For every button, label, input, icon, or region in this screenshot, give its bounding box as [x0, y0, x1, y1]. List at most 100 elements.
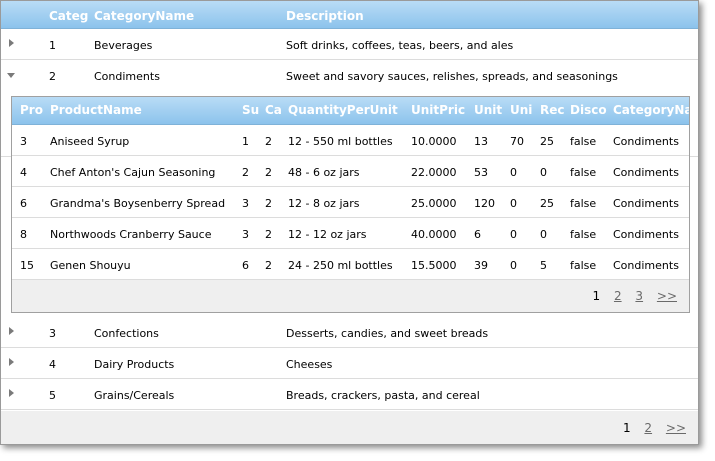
grid-pager: 1 2 >> [613, 421, 686, 435]
cell: 12 - 12 oz jars [288, 228, 367, 241]
cell: 13 [474, 135, 488, 148]
detail-page-current: 1 [592, 289, 601, 303]
cell: 2 [265, 197, 272, 210]
cell: 53 [474, 166, 488, 179]
col-header-product-id[interactable]: Pro [20, 103, 46, 117]
cell: Condiments [613, 228, 679, 241]
product-row[interactable]: 4 Chef Anton's Cajun Seasoning 2 2 48 - … [12, 156, 689, 187]
detail-page-link[interactable]: 2 [614, 289, 622, 303]
cell: 3 [20, 135, 27, 148]
cell: Condiments [613, 135, 679, 148]
cell: 25 [540, 197, 554, 210]
cell: 15 [20, 259, 34, 272]
expand-arrow-icon[interactable] [9, 358, 14, 366]
col-header-product-name[interactable]: ProductName [50, 103, 200, 117]
cell: Genen Shouyu [50, 259, 131, 272]
detail-pager: 1 2 3 >> [582, 289, 677, 303]
cell: 25 [540, 135, 554, 148]
cell: Northwoods Cranberry Sauce [50, 228, 212, 241]
cell: 4 [20, 166, 27, 179]
cell: 0 [510, 166, 517, 179]
cell: 10.0000 [411, 135, 457, 148]
category-id: 3 [49, 327, 56, 340]
category-name: Condiments [94, 70, 160, 83]
cell: Condiments [613, 259, 679, 272]
cell: 25.0000 [411, 197, 457, 210]
col-header-discontinued[interactable]: Disco [570, 103, 608, 117]
cell: 120 [474, 197, 495, 210]
category-row[interactable]: 4 Dairy Products Cheeses [1, 348, 698, 379]
cell: 3 [242, 197, 249, 210]
col-header-unit-price[interactable]: UnitPric [411, 103, 467, 117]
cell: 6 [20, 197, 27, 210]
product-row[interactable]: 3 Aniseed Syrup 1 2 12 - 550 ml bottles … [12, 125, 689, 156]
expand-arrow-icon[interactable] [9, 39, 14, 47]
cell: 8 [20, 228, 27, 241]
cell: 1 [242, 135, 249, 148]
cell: false [570, 166, 597, 179]
page-next[interactable]: >> [666, 421, 686, 435]
cell: Condiments [613, 166, 679, 179]
col-header-reorder-level[interactable]: Rec [540, 103, 566, 117]
category-id: 2 [49, 70, 56, 83]
detail-page-link[interactable]: 3 [635, 289, 643, 303]
col-header-category-name[interactable]: CategoryNa [613, 103, 689, 117]
category-name: Dairy Products [94, 358, 175, 371]
col-header-category-id[interactable]: Categ [49, 9, 89, 23]
cell: 39 [474, 259, 488, 272]
col-header-units-on-order[interactable]: Uni [510, 103, 534, 117]
category-id: 4 [49, 358, 56, 371]
col-header-description[interactable]: Description [286, 9, 364, 23]
category-id: 5 [49, 389, 56, 402]
cell: 0 [510, 259, 517, 272]
page-link[interactable]: 2 [644, 421, 652, 435]
category-description: Soft drinks, coffees, teas, beers, and a… [286, 39, 514, 52]
category-name: Beverages [94, 39, 153, 52]
category-row[interactable]: 5 Grains/Cereals Breads, crackers, pasta… [1, 379, 698, 410]
col-header-supplier-id[interactable]: Su [242, 103, 260, 117]
col-header-units-in-stock[interactable]: Unit [474, 103, 504, 117]
cell: 24 - 250 ml bottles [288, 259, 393, 272]
cell: 12 - 550 ml bottles [288, 135, 393, 148]
expand-arrow-icon[interactable] [9, 327, 14, 335]
category-description: Cheeses [286, 358, 333, 371]
product-row[interactable]: 15 Genen Shouyu 6 2 24 - 250 ml bottles … [12, 249, 689, 280]
col-header-quantity-per-unit[interactable]: QuantityPerUnit [288, 103, 408, 117]
cell: 48 - 6 oz jars [288, 166, 360, 179]
detail-grid-header: Pro ProductName Su Ca QuantityPerUnit Un… [12, 97, 689, 125]
grid-header: Categ CategoryName Description [1, 1, 698, 29]
cell: 12 - 8 oz jars [288, 197, 360, 210]
expand-arrow-icon[interactable] [9, 389, 14, 397]
category-row[interactable]: 3 Confections Desserts, candies, and swe… [1, 317, 698, 348]
category-description: Sweet and savory sauces, relishes, sprea… [286, 70, 618, 83]
cell: 3 [242, 228, 249, 241]
collapse-arrow-icon[interactable] [7, 73, 15, 78]
category-description: Breads, crackers, pasta, and cereal [286, 389, 480, 402]
cell: false [570, 135, 597, 148]
cell: 0 [510, 197, 517, 210]
cell: 6 [242, 259, 249, 272]
product-row[interactable]: 8 Northwoods Cranberry Sauce 3 2 12 - 12… [12, 218, 689, 249]
cell: 2 [265, 166, 272, 179]
categories-grid: Categ CategoryName Description 1 Beverag… [0, 0, 699, 445]
cell: 0 [540, 166, 547, 179]
category-row[interactable]: 1 Beverages Soft drinks, coffees, teas, … [1, 29, 698, 60]
col-header-category-id[interactable]: Ca [265, 103, 282, 117]
cell: 2 [265, 135, 272, 148]
cell: false [570, 228, 597, 241]
cell: 2 [265, 228, 272, 241]
category-name: Confections [94, 327, 159, 340]
cell: 0 [540, 228, 547, 241]
products-detail-grid: Pro ProductName Su Ca QuantityPerUnit Un… [11, 96, 690, 313]
cell: false [570, 197, 597, 210]
cell: 70 [510, 135, 524, 148]
product-row[interactable]: 6 Grandma's Boysenberry Spread 3 2 12 - … [12, 187, 689, 218]
detail-page-next[interactable]: >> [657, 289, 677, 303]
cell: 2 [265, 259, 272, 272]
cell: 2 [242, 166, 249, 179]
grid-footer: 1 2 >> [1, 411, 698, 444]
page-current: 1 [622, 421, 631, 435]
col-header-category-name[interactable]: CategoryName [94, 9, 194, 23]
cell: Aniseed Syrup [50, 135, 130, 148]
cell: 5 [540, 259, 547, 272]
